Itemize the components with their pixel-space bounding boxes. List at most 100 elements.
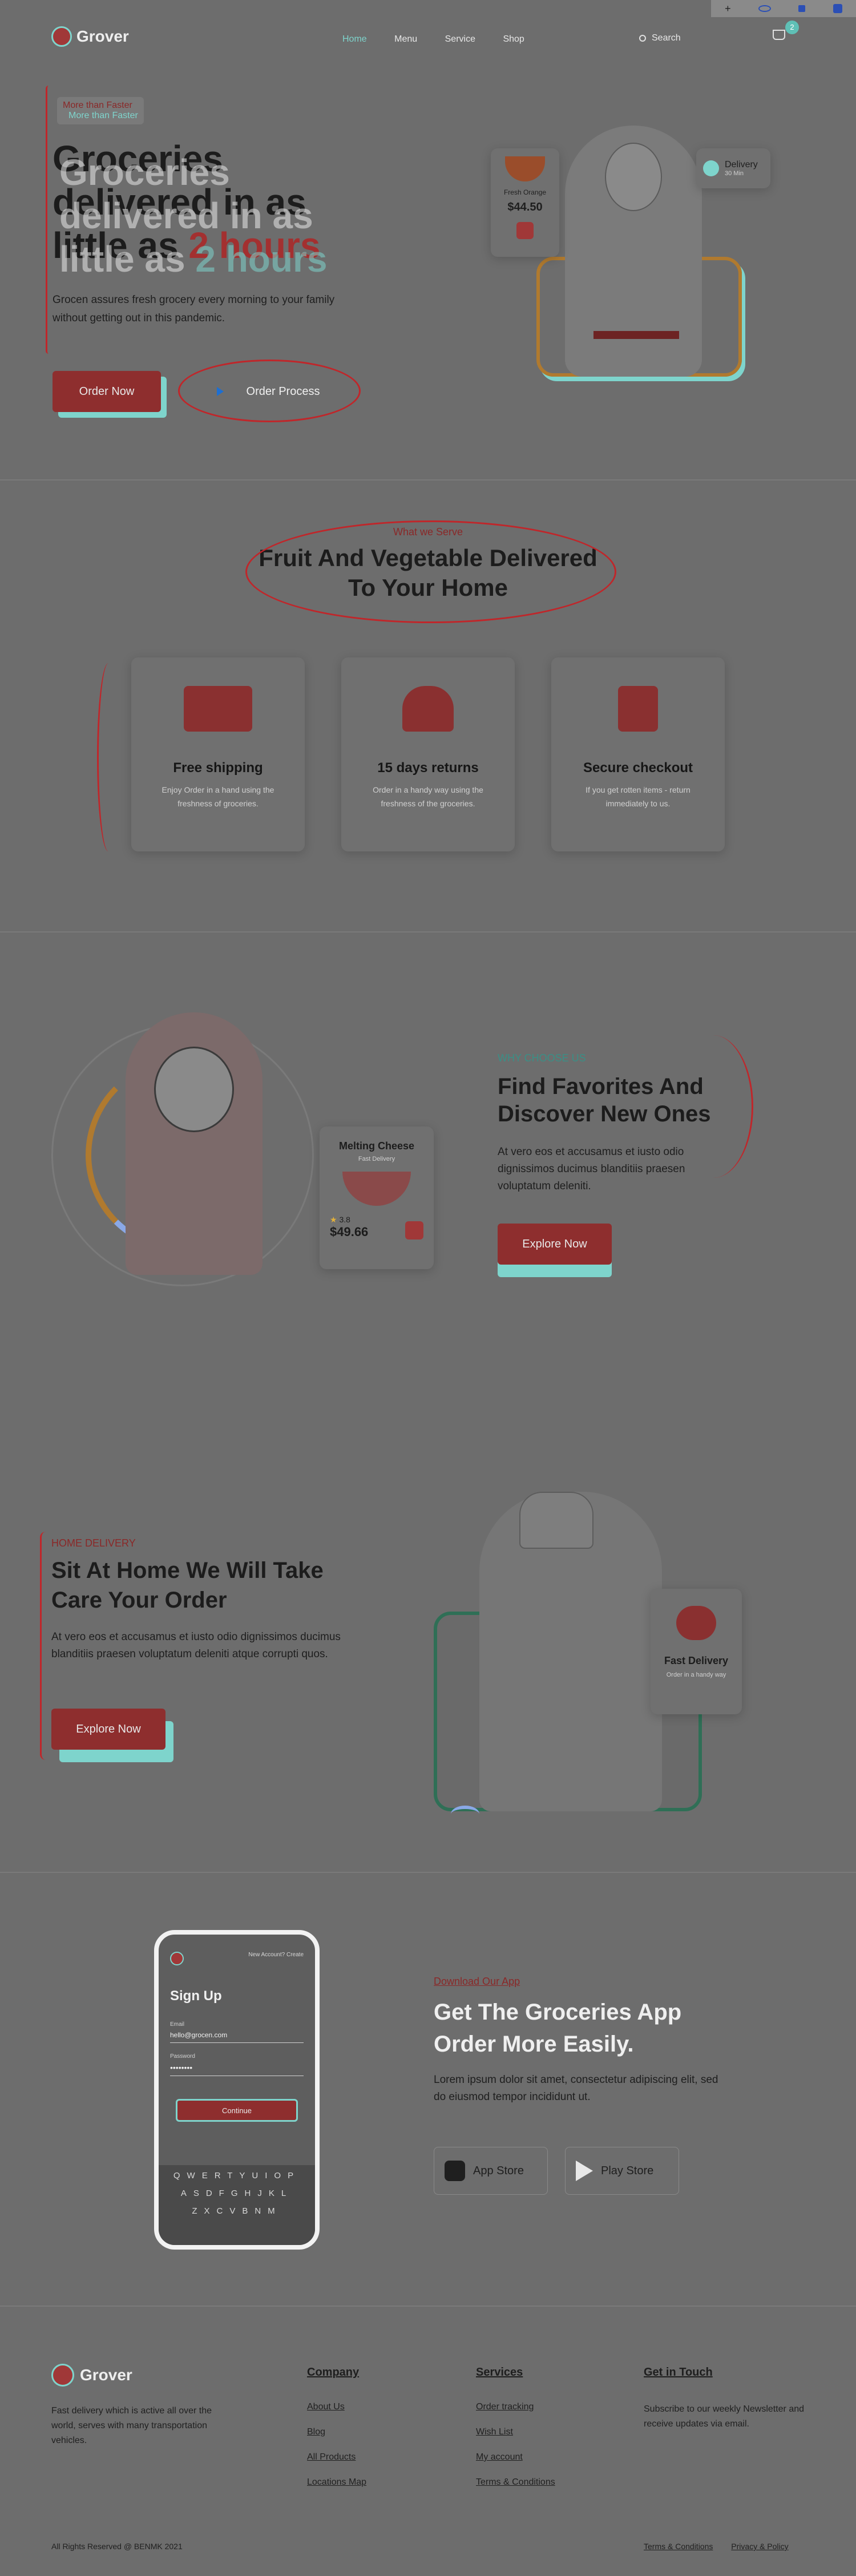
lock-icon[interactable] xyxy=(798,5,806,12)
footer-logo[interactable]: Grover xyxy=(51,2364,132,2387)
nav-shop[interactable]: Shop xyxy=(503,34,524,44)
footer-link[interactable]: About Us xyxy=(307,2402,366,2412)
hero-badge: More than Faster More than Faster xyxy=(57,97,144,124)
why-add-button[interactable] xyxy=(405,1221,423,1239)
plus-icon[interactable]: + xyxy=(725,3,731,15)
returns-icon xyxy=(402,686,454,732)
footer-link[interactable]: My account xyxy=(476,2452,555,2462)
phone-continue-button[interactable]: Continue xyxy=(176,2099,298,2122)
phone-mockup: New Account? Create Sign Up Email hello@… xyxy=(154,1930,320,2250)
hero-description: Grocen assures fresh grocery every morni… xyxy=(53,294,335,324)
footer-link[interactable]: All Products xyxy=(307,2452,366,2462)
decorative-arc-icon xyxy=(451,1806,479,1823)
apple-store-label: App Store xyxy=(473,2164,524,2177)
app-title-line2: Order More Easily. xyxy=(434,2032,634,2057)
hero-product-card[interactable]: Fresh Orange $44.50 xyxy=(491,148,559,257)
home-delivery-section: HOME DELIVERY Sit At Home We Will Take C… xyxy=(0,1406,856,1872)
apple-store-button[interactable]: App Store xyxy=(434,2147,548,2195)
phone-password-field[interactable]: •••••••• xyxy=(170,2063,304,2076)
chef-belt xyxy=(593,331,679,339)
footer-contact: Get in Touch Subscribe to our weekly New… xyxy=(644,2366,815,2432)
play-store-label: Play Store xyxy=(601,2164,654,2177)
hero-product-price: $44.50 xyxy=(507,201,543,213)
hero-title-shadow-line1: Groceries xyxy=(59,152,230,193)
hero-title-shadow-line3: little as 2 hours xyxy=(59,237,327,281)
annotation-circle-features-title xyxy=(245,520,616,623)
extension-icon[interactable] xyxy=(833,4,842,13)
apple-icon xyxy=(445,2161,465,2181)
app-eyebrow: Download Our App xyxy=(434,1976,520,1987)
why-explore-button[interactable]: Explore Now xyxy=(498,1224,612,1265)
why-product-card[interactable]: Melting Cheese Fast Delivery ★ 3.8 $49.6… xyxy=(320,1127,434,1269)
delivery-explore-label: Explore Now xyxy=(76,1722,141,1735)
feature-text: If you get rotten items - return immedia… xyxy=(586,785,691,808)
delivery-title: Sit At Home We Will Take Care Your Order xyxy=(51,1556,324,1615)
main-nav: Home Menu Service Shop xyxy=(342,34,550,45)
footer-terms-link[interactable]: Terms & Conditions xyxy=(644,2542,713,2551)
browser-toolbar: + xyxy=(711,0,856,17)
hero-badge-text: More than Faster xyxy=(63,100,132,110)
search-box[interactable]: Search xyxy=(639,30,753,47)
footer: Grover Fast delivery which is active all… xyxy=(0,2307,856,2576)
app-text: Lorem ipsum dolor sit amet, consectetur … xyxy=(434,2074,718,2103)
app-title-line1: Get The Groceries App xyxy=(434,2000,682,2025)
hero-title-shadow-line2: delivered in as xyxy=(59,195,313,236)
annotation-stroke-hero xyxy=(46,86,51,354)
delivery-text: At vero eos et accusamus et iusto odio d… xyxy=(51,1631,341,1660)
truck-icon xyxy=(184,686,252,732)
play-store-button[interactable]: Play Store xyxy=(565,2147,679,2195)
why-rating-value: 3.8 xyxy=(339,1215,350,1224)
search-placeholder: Search xyxy=(652,33,681,43)
cart-icon xyxy=(773,30,785,40)
why-section: Melting Cheese Fast Delivery ★ 3.8 $49.6… xyxy=(0,932,856,1406)
why-product-name: Melting Cheese xyxy=(338,1140,415,1152)
phone-email-field[interactable]: hello@grocen.com xyxy=(170,2031,304,2043)
feature-title: Free shipping xyxy=(173,760,263,776)
annotation-circle-order-process xyxy=(178,360,361,422)
scooter-icon xyxy=(676,1606,716,1640)
hero-badge-text-ghost: More than Faster xyxy=(68,111,138,120)
app-title: Get The Groceries App Order More Easily. xyxy=(434,1996,681,2060)
footer-link[interactable]: Locations Map xyxy=(307,2477,366,2488)
footer-copyright: All Rights Reserved @ BENMK 2021 xyxy=(51,2542,183,2551)
keyboard-row[interactable]: QWERTYUIOP xyxy=(162,2171,312,2181)
delivery-eyebrow: HOME DELIVERY xyxy=(51,1537,136,1549)
logo[interactable]: Grover xyxy=(51,26,129,47)
phone-email-label: Email xyxy=(170,2021,185,2028)
footer-services-title: Services xyxy=(476,2366,523,2379)
footer-link[interactable]: Wish List xyxy=(476,2427,555,2437)
features-section: What we Serve Fruit And Vegetable Delive… xyxy=(0,481,856,931)
app-section: New Account? Create Sign Up Email hello@… xyxy=(0,1873,856,2307)
footer-privacy-link[interactable]: Privacy & Policy xyxy=(731,2542,788,2551)
footer-company: Company About Us Blog All Products Locat… xyxy=(307,2366,366,2502)
nav-menu[interactable]: Menu xyxy=(394,34,417,44)
google-play-icon xyxy=(576,2161,593,2181)
delivery-explore-button[interactable]: Explore Now xyxy=(51,1709,165,1750)
keyboard-row[interactable]: ASDFGHJKL xyxy=(162,2189,312,2198)
annotation-stroke-why xyxy=(673,1035,753,1178)
delivery-sub: 30 Min xyxy=(725,170,744,177)
order-now-button[interactable]: Order Now xyxy=(53,371,161,412)
eye-icon[interactable] xyxy=(758,5,772,12)
footer-contact-text: Subscribe to our weekly Newsletter and r… xyxy=(644,2404,805,2429)
cart-button[interactable]: 2 xyxy=(773,21,799,43)
phone-header-link[interactable]: New Account? Create xyxy=(248,1952,304,1965)
nav-home[interactable]: Home xyxy=(342,34,367,44)
keyboard-row[interactable]: ZXCVBNM xyxy=(162,2206,312,2216)
delivery-label: Delivery xyxy=(725,160,758,169)
nav-service[interactable]: Service xyxy=(445,34,475,44)
person-face xyxy=(154,1047,234,1132)
search-icon xyxy=(639,35,646,42)
feature-card-returns: 15 days returns Order in a handy way usi… xyxy=(341,657,515,851)
feature-card-shipping: Free shipping Enjoy Order in a hand usin… xyxy=(131,657,305,851)
phone-continue-label: Continue xyxy=(221,2106,252,2115)
why-eyebrow: WHY CHOOSE US xyxy=(498,1052,586,1064)
logo-icon xyxy=(51,26,72,47)
footer-link[interactable]: Terms & Conditions xyxy=(476,2477,555,2488)
hero-add-button[interactable] xyxy=(516,222,534,239)
footer-bottom-links: Terms & Conditions Privacy & Policy xyxy=(644,2542,789,2551)
footer-link[interactable]: Order tracking xyxy=(476,2402,555,2412)
footer-link[interactable]: Blog xyxy=(307,2427,366,2437)
feature-card-checkout: Secure checkout If you get rotten items … xyxy=(551,657,725,851)
star-icon: ★ xyxy=(330,1215,337,1224)
